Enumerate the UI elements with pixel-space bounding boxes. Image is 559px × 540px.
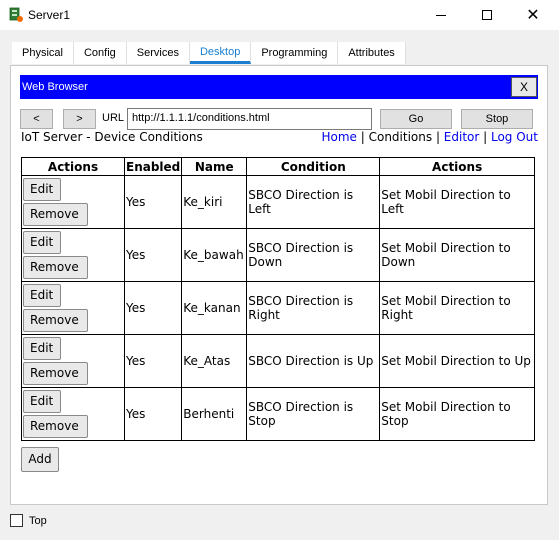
tab-config[interactable]: Config [73, 42, 127, 64]
edit-button[interactable]: Edit [23, 178, 61, 201]
cell-action: Set Mobil Direction to Up [379, 334, 535, 388]
table-row: Edit Remove Yes Ke_kiri SBCO Direction i… [21, 175, 535, 229]
tab-bar: Physical Config Services Desktop Program… [12, 42, 406, 64]
table-row: Edit Remove Yes Ke_Atas SBCO Direction i… [21, 334, 535, 388]
edit-button[interactable]: Edit [23, 231, 61, 254]
cell-condition: SBCO Direction is Up [246, 334, 381, 388]
conditions-table: Actions Enabled Name Condition Actions E… [21, 157, 535, 441]
top-checkbox-row: Top [10, 514, 47, 527]
cell-name: Ke_bawah [181, 228, 248, 282]
maximize-icon [482, 10, 492, 20]
nav-separator: | [356, 130, 369, 144]
remove-button[interactable]: Remove [23, 309, 88, 332]
nav-link-logout[interactable]: Log Out [491, 130, 538, 144]
tab-attributes[interactable]: Attributes [338, 42, 406, 64]
row-action-cell: Edit Remove [21, 175, 125, 229]
header-result-actions: Actions [379, 157, 535, 176]
header-enabled: Enabled [123, 157, 183, 176]
row-action-cell: Edit Remove [21, 334, 125, 388]
go-button[interactable]: Go [380, 109, 452, 129]
cell-condition: SBCO Direction is Left [246, 175, 381, 229]
table-row: Edit Remove Yes Ke_kanan SBCO Direction … [21, 281, 535, 335]
cell-enabled: Yes [123, 281, 183, 335]
page-nav: Home | Conditions | Editor | Log Out [322, 130, 539, 144]
desktop-panel: Web Browser X < > URL http://1.1.1.1/con… [10, 65, 548, 505]
nav-link-editor[interactable]: Editor [444, 130, 480, 144]
cell-condition: SBCO Direction is Stop [246, 387, 381, 441]
edit-button[interactable]: Edit [23, 390, 61, 413]
cell-name: Ke_kanan [181, 281, 248, 335]
cell-enabled: Yes [123, 387, 183, 441]
url-input[interactable]: http://1.1.1.1/conditions.html [127, 108, 372, 130]
tab-programming[interactable]: Programming [251, 42, 339, 64]
remove-button[interactable]: Remove [23, 415, 88, 438]
web-browser-window: Web Browser X < > URL http://1.1.1.1/con… [20, 75, 538, 495]
browser-close-button[interactable]: X [511, 77, 537, 97]
tab-services[interactable]: Services [126, 42, 190, 64]
nav-link-home[interactable]: Home [322, 130, 357, 144]
minimize-button[interactable] [418, 0, 464, 30]
window-titlebar: Server1 ✕ [0, 0, 559, 30]
row-action-cell: Edit Remove [21, 281, 125, 335]
row-action-cell: Edit Remove [21, 228, 125, 282]
header-name: Name [181, 157, 248, 176]
add-button[interactable]: Add [21, 447, 59, 472]
header-condition: Condition [246, 157, 381, 176]
url-label: URL [102, 112, 125, 124]
edit-button[interactable]: Edit [23, 284, 61, 307]
nav-separator: | [432, 130, 444, 144]
table-row: Edit Remove Yes Ke_bawah SBCO Direction … [21, 228, 535, 282]
page-title: IoT Server - Device Conditions [21, 130, 203, 144]
cell-name: Berhenti [181, 387, 248, 441]
remove-button[interactable]: Remove [23, 203, 88, 226]
top-checkbox[interactable] [10, 514, 23, 527]
cell-enabled: Yes [123, 228, 183, 282]
close-icon: ✕ [526, 5, 540, 24]
browser-nav-row: < > URL http://1.1.1.1/conditions.html G… [20, 108, 538, 131]
close-button[interactable]: ✕ [510, 0, 556, 30]
server-app-icon [9, 7, 23, 22]
cell-enabled: Yes [123, 334, 183, 388]
remove-button[interactable]: Remove [23, 362, 88, 385]
cell-action: Set Mobil Direction to Stop [379, 387, 535, 441]
nav-current-conditions: Conditions [368, 130, 433, 144]
remove-button[interactable]: Remove [23, 256, 88, 279]
cell-condition: SBCO Direction is Down [246, 228, 381, 282]
maximize-button[interactable] [464, 0, 510, 30]
cell-action: Set Mobil Direction to Right [379, 281, 535, 335]
edit-button[interactable]: Edit [23, 337, 61, 360]
table-row: Edit Remove Yes Berhenti SBCO Direction … [21, 387, 535, 441]
minimize-icon [436, 14, 446, 16]
header-actions: Actions [21, 157, 125, 176]
browser-titlebar: Web Browser X [20, 75, 538, 99]
tab-physical[interactable]: Physical [12, 42, 74, 64]
cell-name: Ke_kiri [181, 175, 248, 229]
top-checkbox-label: Top [29, 514, 47, 527]
stop-button[interactable]: Stop [461, 109, 533, 129]
nav-separator: | [479, 130, 491, 144]
tab-desktop[interactable]: Desktop [189, 42, 252, 64]
browser-title: Web Browser [22, 81, 88, 93]
cell-action: Set Mobil Direction to Left [379, 175, 535, 229]
cell-enabled: Yes [123, 175, 183, 229]
row-action-cell: Edit Remove [21, 387, 125, 441]
cell-action: Set Mobil Direction to Down [379, 228, 535, 282]
back-button[interactable]: < [20, 109, 53, 129]
cell-condition: SBCO Direction is Right [246, 281, 381, 335]
window-title: Server1 [28, 8, 71, 22]
cell-name: Ke_Atas [181, 334, 248, 388]
forward-button[interactable]: > [63, 109, 96, 129]
table-header-row: Actions Enabled Name Condition Actions [21, 157, 535, 176]
